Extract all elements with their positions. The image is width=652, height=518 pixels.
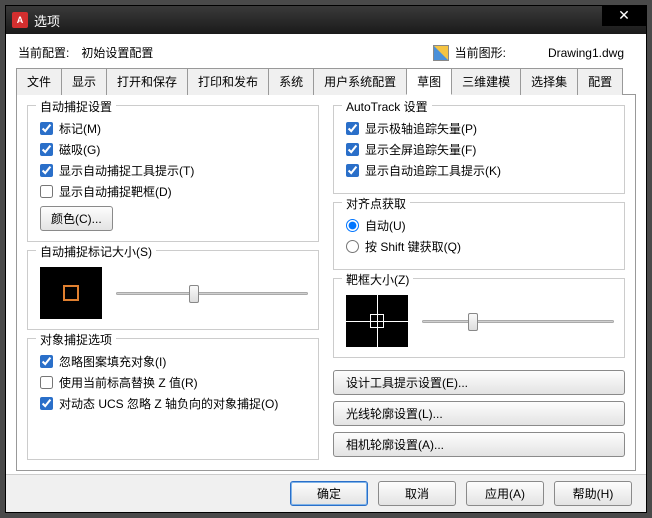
tab-5[interactable]: 用户系统配置 <box>313 68 407 95</box>
marker-size-group: 自动捕捉标记大小(S) <box>27 250 319 330</box>
options-dialog: A 选项 ✕ 当前配置: 初始设置配置 当前图形: Drawing1.dwg 文… <box>5 5 647 513</box>
auto-radio[interactable]: 自动(U) <box>346 217 614 234</box>
ok-button[interactable]: 确定 <box>290 481 368 506</box>
tab-4[interactable]: 系统 <box>268 68 314 95</box>
tab-1[interactable]: 显示 <box>61 68 107 95</box>
marker-checkbox[interactable]: 标记(M) <box>40 120 308 137</box>
drawing-value: Drawing1.dwg <box>548 46 624 60</box>
aperture-size-slider[interactable] <box>422 311 614 331</box>
tab-2[interactable]: 打开和保存 <box>106 68 188 95</box>
align-title: 对齐点获取 <box>342 195 410 212</box>
osnap-title: 对象捕捉选项 <box>36 331 116 348</box>
aperture-preview <box>346 295 408 347</box>
marker-preview <box>40 267 102 319</box>
full-checkbox[interactable]: 显示全屏追踪矢量(F) <box>346 141 614 158</box>
magnet-checkbox[interactable]: 磁吸(G) <box>40 141 308 158</box>
titlebar-text: 选项 <box>34 11 60 30</box>
autosnap-group: 自动捕捉设置 标记(M) 磁吸(G) 显示自动捕捉工具提示(T) 显示自动捕捉靶… <box>27 105 319 242</box>
tab-9[interactable]: 配置 <box>577 68 623 95</box>
tab-strip: 文件显示打开和保存打印和发布系统用户系统配置草图三维建模选择集配置 <box>16 67 636 95</box>
light-glyph-button[interactable]: 光线轮廓设置(L)... <box>333 401 625 426</box>
autosnap-title: 自动捕捉设置 <box>36 98 116 115</box>
tab-8[interactable]: 选择集 <box>520 68 578 95</box>
apply-button[interactable]: 应用(A) <box>466 481 544 506</box>
marker-size-title: 自动捕捉标记大小(S) <box>36 243 156 260</box>
drawing-icon <box>433 45 449 61</box>
tracktip-checkbox[interactable]: 显示自动追踪工具提示(K) <box>346 162 614 179</box>
polar-checkbox[interactable]: 显示极轴追踪矢量(P) <box>346 120 614 137</box>
tab-3[interactable]: 打印和发布 <box>187 68 269 95</box>
hatch-checkbox[interactable]: 忽略图案填充对象(I) <box>40 353 308 370</box>
help-button[interactable]: 帮助(H) <box>554 481 632 506</box>
marker-size-slider[interactable] <box>116 283 308 303</box>
aperture-size-title: 靶框大小(Z) <box>342 271 413 288</box>
camera-glyph-button[interactable]: 相机轮廓设置(A)... <box>333 432 625 457</box>
aperture-checkbox[interactable]: 显示自动捕捉靶框(D) <box>40 183 308 200</box>
autotrack-title: AutoTrack 设置 <box>342 98 432 115</box>
elev-checkbox[interactable]: 使用当前标高替换 Z 值(R) <box>40 374 308 391</box>
close-button[interactable]: ✕ <box>602 6 646 26</box>
aperture-size-group: 靶框大小(Z) <box>333 278 625 358</box>
autotrack-group: AutoTrack 设置 显示极轴追踪矢量(P) 显示全屏追踪矢量(F) 显示自… <box>333 105 625 194</box>
tab-6[interactable]: 草图 <box>406 68 452 95</box>
app-icon: A <box>12 12 28 28</box>
shift-radio[interactable]: 按 Shift 键获取(Q) <box>346 238 614 255</box>
titlebar[interactable]: A 选项 ✕ <box>6 6 646 34</box>
tooltip-checkbox[interactable]: 显示自动捕捉工具提示(T) <box>40 162 308 179</box>
osnap-group: 对象捕捉选项 忽略图案填充对象(I) 使用当前标高替换 Z 值(R) 对动态 U… <box>27 338 319 460</box>
tab-body: 自动捕捉设置 标记(M) 磁吸(G) 显示自动捕捉工具提示(T) 显示自动捕捉靶… <box>16 95 636 471</box>
colors-button[interactable]: 颜色(C)... <box>40 206 113 231</box>
negz-checkbox[interactable]: 对动态 UCS 忽略 Z 轴负向的对象捕捉(O) <box>40 395 308 412</box>
design-tooltip-button[interactable]: 设计工具提示设置(E)... <box>333 370 625 395</box>
header-row: 当前配置: 初始设置配置 当前图形: Drawing1.dwg <box>16 40 636 67</box>
cancel-button[interactable]: 取消 <box>378 481 456 506</box>
drawing-label: 当前图形: <box>455 44 506 61</box>
profile-label: 当前配置: <box>18 44 69 61</box>
button-stack: 设计工具提示设置(E)... 光线轮廓设置(L)... 相机轮廓设置(A)... <box>333 370 625 463</box>
align-group: 对齐点获取 自动(U) 按 Shift 键获取(Q) <box>333 202 625 270</box>
profile-value: 初始设置配置 <box>81 44 153 61</box>
tab-0[interactable]: 文件 <box>16 68 62 95</box>
dialog-footer: 确定 取消 应用(A) 帮助(H) <box>6 474 646 512</box>
tab-7[interactable]: 三维建模 <box>451 68 521 95</box>
